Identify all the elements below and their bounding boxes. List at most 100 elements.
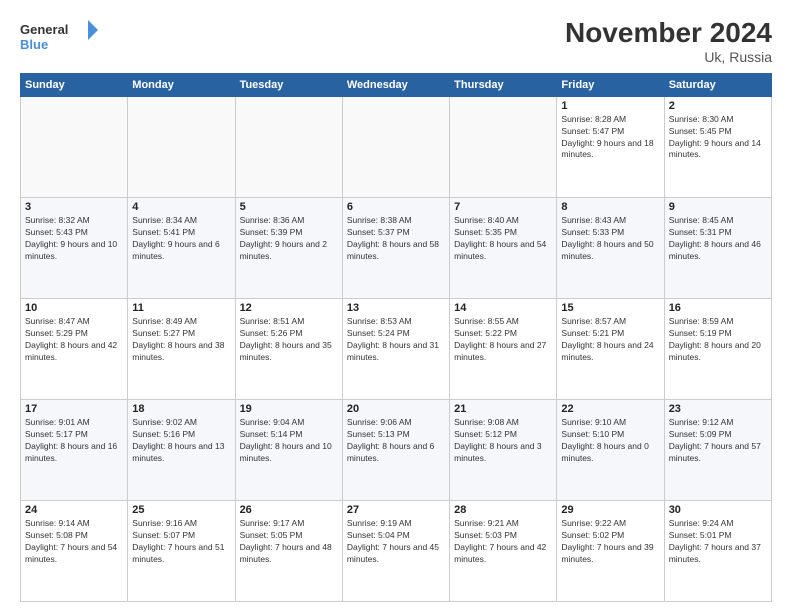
subtitle: Uk, Russia [565, 49, 772, 65]
day-number: 10 [25, 302, 123, 314]
day-info: Sunrise: 8:57 AM Sunset: 5:21 PM Dayligh… [561, 316, 659, 364]
day-info: Sunrise: 8:55 AM Sunset: 5:22 PM Dayligh… [454, 316, 552, 364]
table-row: 18Sunrise: 9:02 AM Sunset: 5:16 PM Dayli… [128, 399, 235, 500]
header: General Blue November 2024 Uk, Russia [20, 18, 772, 65]
day-info: Sunrise: 9:02 AM Sunset: 5:16 PM Dayligh… [132, 417, 230, 465]
day-info: Sunrise: 9:17 AM Sunset: 5:05 PM Dayligh… [240, 518, 338, 566]
week-row-1: 1 Sunrise: 8:28 AM Sunset: 5:47 PM Daylig… [21, 96, 772, 197]
table-row: 3Sunrise: 8:32 AM Sunset: 5:43 PM Daylig… [21, 197, 128, 298]
table-row: 29 Sunrise: 9:22 AM Sunset: 5:02 PM Dayli… [557, 500, 664, 601]
day-info: Sunrise: 8:47 AM Sunset: 5:29 PM Dayligh… [25, 316, 123, 364]
day-number: 24 [25, 504, 123, 516]
table-row: 2Sunrise: 8:30 AM Sunset: 5:45 PM Daylig… [664, 96, 771, 197]
day-number: 17 [25, 403, 123, 415]
week-row-5: 24 Sunrise: 9:14 AM Sunset: 5:08 PM Dayli… [21, 500, 772, 601]
table-row: 11 Sunrise: 8:49 AM Sunset: 5:27 PM Dayli… [128, 298, 235, 399]
day-info: Sunrise: 9:06 AM Sunset: 5:13 PM Dayligh… [347, 417, 445, 465]
day-number: 1 [561, 100, 659, 112]
table-row: 27Sunrise: 9:19 AM Sunset: 5:04 PM Dayli… [342, 500, 449, 601]
day-number: 16 [669, 302, 767, 314]
col-friday: Friday [557, 73, 664, 96]
day-number: 2 [669, 100, 767, 112]
day-info: Sunrise: 8:34 AM Sunset: 5:41 PM Dayligh… [132, 215, 230, 263]
table-row [128, 96, 235, 197]
day-number: 3 [25, 201, 123, 213]
day-number: 7 [454, 201, 552, 213]
calendar-table: Sunday Monday Tuesday Wednesday Thursday… [20, 73, 772, 602]
day-info: Sunrise: 9:14 AM Sunset: 5:08 PM Dayligh… [25, 518, 123, 566]
table-row [21, 96, 128, 197]
table-row: 14 Sunrise: 8:55 AM Sunset: 5:22 PM Dayli… [450, 298, 557, 399]
month-title: November 2024 [565, 18, 772, 49]
day-info: Sunrise: 8:53 AM Sunset: 5:24 PM Dayligh… [347, 316, 445, 364]
day-info: Sunrise: 9:01 AM Sunset: 5:17 PM Dayligh… [25, 417, 123, 465]
col-saturday: Saturday [664, 73, 771, 96]
day-number: 11 [132, 302, 230, 314]
day-info: Sunrise: 9:22 AM Sunset: 5:02 PM Dayligh… [561, 518, 659, 566]
table-row: 17 Sunrise: 9:01 AM Sunset: 5:17 PM Dayli… [21, 399, 128, 500]
day-number: 29 [561, 504, 659, 516]
col-sunday: Sunday [21, 73, 128, 96]
day-info: Sunrise: 9:21 AM Sunset: 5:03 PM Dayligh… [454, 518, 552, 566]
day-number: 14 [454, 302, 552, 314]
col-tuesday: Tuesday [235, 73, 342, 96]
day-info: Sunrise: 8:38 AM Sunset: 5:37 PM Dayligh… [347, 215, 445, 263]
table-row: 15 Sunrise: 8:57 AM Sunset: 5:21 PM Dayli… [557, 298, 664, 399]
day-number: 4 [132, 201, 230, 213]
svg-text:General: General [20, 22, 68, 37]
col-monday: Monday [128, 73, 235, 96]
day-info: Sunrise: 8:40 AM Sunset: 5:35 PM Dayligh… [454, 215, 552, 263]
day-info: Sunrise: 9:10 AM Sunset: 5:10 PM Dayligh… [561, 417, 659, 465]
day-info: Sunrise: 8:49 AM Sunset: 5:27 PM Dayligh… [132, 316, 230, 364]
day-info: Sunrise: 8:51 AM Sunset: 5:26 PM Dayligh… [240, 316, 338, 364]
table-row: 28 Sunrise: 9:21 AM Sunset: 5:03 PM Dayli… [450, 500, 557, 601]
week-row-2: 3Sunrise: 8:32 AM Sunset: 5:43 PM Daylig… [21, 197, 772, 298]
day-number: 28 [454, 504, 552, 516]
table-row [235, 96, 342, 197]
table-row: 13 Sunrise: 8:53 AM Sunset: 5:24 PM Dayli… [342, 298, 449, 399]
table-row: 22 Sunrise: 9:10 AM Sunset: 5:10 PM Dayli… [557, 399, 664, 500]
table-row: 1 Sunrise: 8:28 AM Sunset: 5:47 PM Daylig… [557, 96, 664, 197]
day-info: Sunrise: 8:43 AM Sunset: 5:33 PM Dayligh… [561, 215, 659, 263]
col-wednesday: Wednesday [342, 73, 449, 96]
title-block: November 2024 Uk, Russia [565, 18, 772, 65]
day-info: Sunrise: 9:16 AM Sunset: 5:07 PM Dayligh… [132, 518, 230, 566]
day-number: 20 [347, 403, 445, 415]
day-number: 13 [347, 302, 445, 314]
day-number: 5 [240, 201, 338, 213]
logo-svg: General Blue [20, 18, 100, 54]
day-number: 21 [454, 403, 552, 415]
day-info: Sunrise: 9:12 AM Sunset: 5:09 PM Dayligh… [669, 417, 767, 465]
day-info: Sunrise: 8:28 AM Sunset: 5:47 PM Dayligh… [561, 114, 659, 162]
day-number: 15 [561, 302, 659, 314]
day-number: 8 [561, 201, 659, 213]
day-number: 9 [669, 201, 767, 213]
day-info: Sunrise: 8:45 AM Sunset: 5:31 PM Dayligh… [669, 215, 767, 263]
page: General Blue November 2024 Uk, Russia Su… [0, 0, 792, 612]
day-number: 25 [132, 504, 230, 516]
table-row: 4 Sunrise: 8:34 AM Sunset: 5:41 PM Daylig… [128, 197, 235, 298]
day-number: 22 [561, 403, 659, 415]
week-row-3: 10 Sunrise: 8:47 AM Sunset: 5:29 PM Dayli… [21, 298, 772, 399]
day-info: Sunrise: 9:24 AM Sunset: 5:01 PM Dayligh… [669, 518, 767, 566]
day-info: Sunrise: 9:08 AM Sunset: 5:12 PM Dayligh… [454, 417, 552, 465]
svg-text:Blue: Blue [20, 37, 48, 52]
table-row: 6Sunrise: 8:38 AM Sunset: 5:37 PM Daylig… [342, 197, 449, 298]
table-row: 25 Sunrise: 9:16 AM Sunset: 5:07 PM Dayli… [128, 500, 235, 601]
header-row: Sunday Monday Tuesday Wednesday Thursday… [21, 73, 772, 96]
day-number: 12 [240, 302, 338, 314]
day-number: 27 [347, 504, 445, 516]
table-row [342, 96, 449, 197]
day-number: 30 [669, 504, 767, 516]
table-row: 8 Sunrise: 8:43 AM Sunset: 5:33 PM Daylig… [557, 197, 664, 298]
table-row: 10 Sunrise: 8:47 AM Sunset: 5:29 PM Dayli… [21, 298, 128, 399]
week-row-4: 17 Sunrise: 9:01 AM Sunset: 5:17 PM Dayli… [21, 399, 772, 500]
day-info: Sunrise: 8:36 AM Sunset: 5:39 PM Dayligh… [240, 215, 338, 263]
day-info: Sunrise: 9:04 AM Sunset: 5:14 PM Dayligh… [240, 417, 338, 465]
day-number: 26 [240, 504, 338, 516]
logo: General Blue [20, 18, 100, 54]
col-thursday: Thursday [450, 73, 557, 96]
table-row: 24 Sunrise: 9:14 AM Sunset: 5:08 PM Dayli… [21, 500, 128, 601]
table-row: 5 Sunrise: 8:36 AM Sunset: 5:39 PM Daylig… [235, 197, 342, 298]
table-row: 26 Sunrise: 9:17 AM Sunset: 5:05 PM Dayli… [235, 500, 342, 601]
